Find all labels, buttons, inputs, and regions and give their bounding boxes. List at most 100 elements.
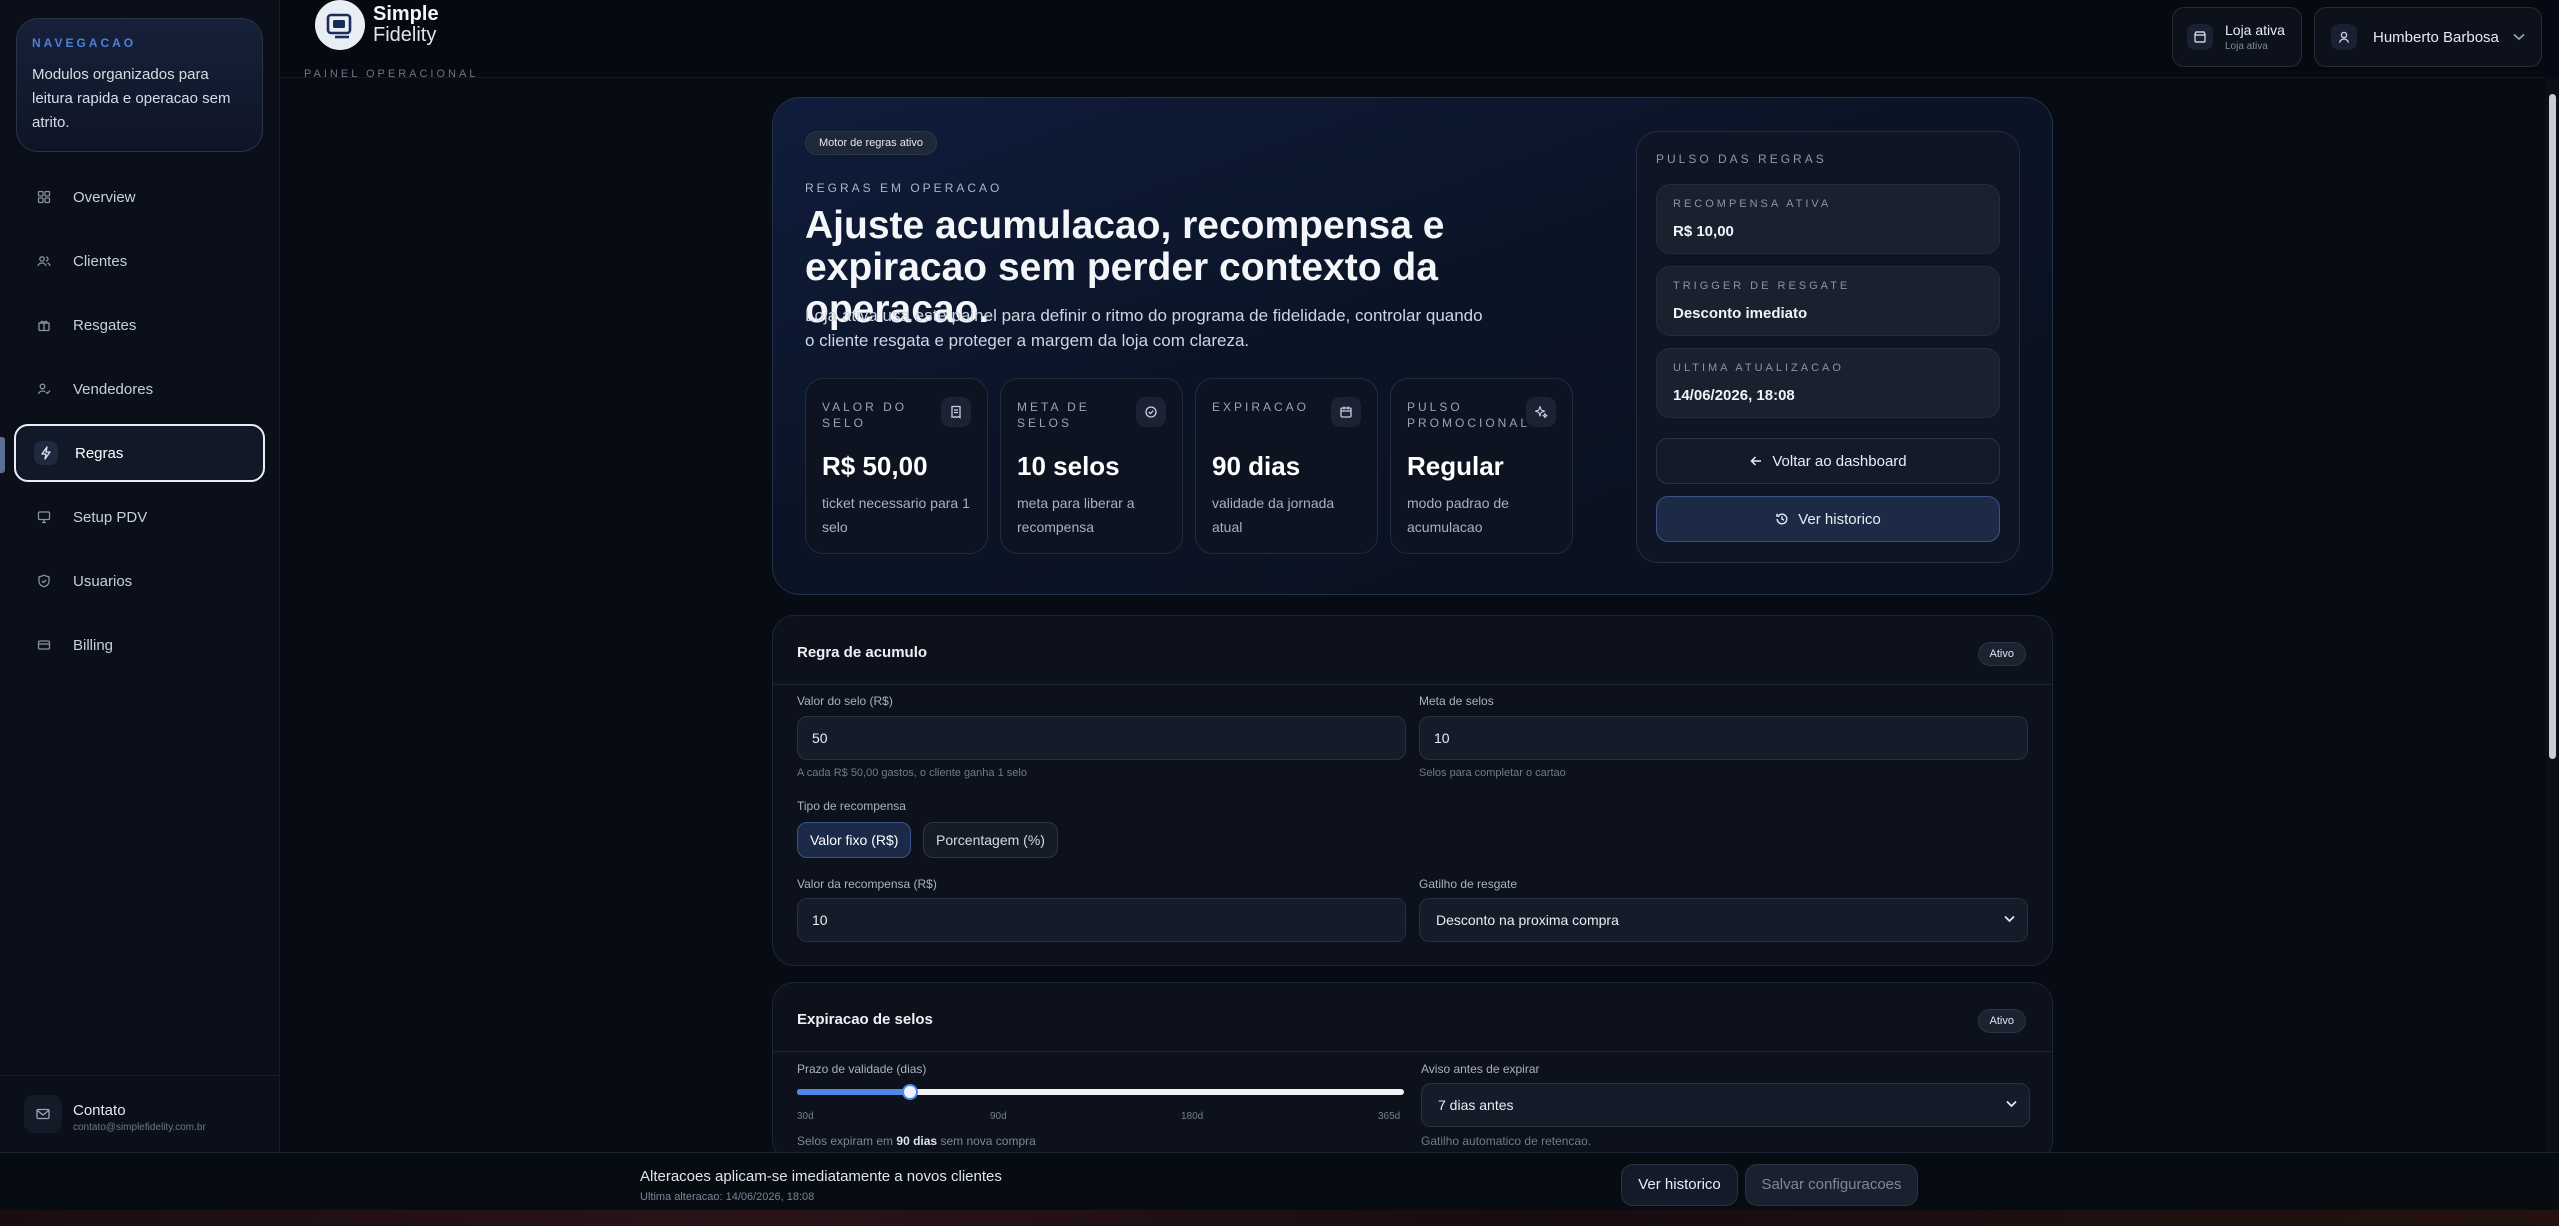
save-bar-title: Alteracoes aplicam-se imediatamente a no… — [640, 1168, 1002, 1185]
footer-history-button[interactable]: Ver historico — [1621, 1164, 1738, 1206]
shield-icon — [32, 569, 56, 593]
user-check-icon — [32, 377, 56, 401]
scrollbar-thumb[interactable] — [2549, 94, 2556, 759]
store-subtitle: Loja ativa — [2225, 41, 2268, 52]
pulse-card-value: 14/06/2026, 18:08 — [1673, 387, 1795, 404]
reward-type-percent-option[interactable]: Porcentagem (%) — [923, 822, 1058, 858]
sidebar-item-billing[interactable]: Billing — [14, 616, 265, 674]
calendar-icon — [1331, 397, 1361, 427]
section-divider — [773, 684, 2052, 685]
sidebar-item-clientes[interactable]: Clientes — [14, 232, 265, 290]
sidebar-item-label: Regras — [75, 444, 124, 462]
pulse-card-trigger: TRIGGER DE RESGATE Desconto imediato — [1656, 266, 2000, 336]
status-badge: Ativo — [1977, 642, 2026, 666]
slider-tick: 90d — [990, 1111, 1007, 1122]
logo-icon — [315, 0, 365, 50]
redeem-trigger-select[interactable]: Desconto na proxima compra — [1419, 898, 2028, 942]
validity-help: Selos expiram em 90 dias sem nova compra — [797, 1134, 1036, 1148]
receipt-icon — [941, 397, 971, 427]
sidebar-item-label: Overview — [73, 188, 136, 206]
contact-title: Contato — [73, 1102, 126, 1119]
reward-type-fixed-option[interactable]: Valor fixo (R$) — [797, 822, 912, 858]
users-icon — [32, 249, 56, 273]
sidebar-item-usuarios[interactable]: Usuarios — [14, 552, 265, 610]
validity-label: Prazo de validade (dias) — [797, 1062, 927, 1076]
sidebar-item-regras[interactable]: Regras — [14, 424, 265, 482]
contact-email[interactable]: contato@simplefidelity.com.br — [73, 1122, 206, 1133]
metric-description: ticket necessario para 1 selo — [822, 495, 970, 535]
slider-tick: 30d — [797, 1111, 814, 1122]
redeem-trigger-value: Desconto na proxima compra — [1436, 912, 1619, 928]
validity-slider-fill — [797, 1089, 909, 1095]
user-menu[interactable]: Humberto Barbosa — [2314, 7, 2542, 67]
metric-card-stamp-value: VALOR DO SELO R$ 50,00 ticket necessario… — [805, 378, 988, 554]
view-history-button[interactable]: Ver historico — [1656, 496, 2000, 542]
pulse-card-reward: RECOMPENSA ATIVA R$ 10,00 — [1656, 184, 2000, 254]
section-title: Expiracao de selos — [797, 1011, 933, 1028]
warn-before-select[interactable]: 7 dias antes — [1421, 1083, 2030, 1127]
metric-card-stamp-goal: META DE SELOS 10 selos meta para liberar… — [1000, 378, 1183, 554]
sidebar-item-vendedores[interactable]: Vendedores — [14, 360, 265, 418]
sidebar-item-label: Vendedores — [73, 380, 154, 398]
brand-name-line2: Fidelity — [373, 24, 437, 46]
sidebar-item-label: Resgates — [73, 316, 137, 334]
user-name: Humberto Barbosa — [2373, 28, 2499, 46]
metric-value: 90 dias — [1212, 451, 1301, 481]
status-badge: Ativo — [1977, 1009, 2026, 1033]
stamp-goal-input[interactable]: 10 — [1419, 716, 2028, 760]
metric-description: meta para liberar a recompensa — [1017, 495, 1135, 535]
brand-logo[interactable]: Simple Fidelity — [315, 0, 439, 50]
sidebar-card-kicker: NAVEGACAO — [32, 36, 137, 50]
metric-key: META DE SELOS — [1017, 400, 1090, 430]
sidebar-contact[interactable]: Contato contato@simplefidelity.com.br — [0, 1075, 280, 1152]
stamp-goal-label: Meta de selos — [1419, 694, 1494, 708]
pulse-card-key: TRIGGER DE RESGATE — [1673, 280, 1851, 292]
gift-icon — [32, 313, 56, 337]
credit-card-icon — [32, 633, 56, 657]
sidebar-item-resgates[interactable]: Resgates — [14, 296, 265, 354]
sidebar-item-setup-pdv[interactable]: Setup PDV — [14, 488, 265, 546]
back-to-dashboard-button[interactable]: Voltar ao dashboard — [1656, 438, 2000, 484]
metric-value: Regular — [1407, 451, 1504, 481]
zap-icon — [34, 441, 58, 465]
pulse-title: PULSO DAS REGRAS — [1656, 152, 1827, 166]
validity-slider-handle[interactable] — [902, 1084, 918, 1100]
slider-tick: 180d — [1181, 1111, 1204, 1122]
redeem-trigger-label: Gatilho de resgate — [1419, 877, 1518, 891]
slider-tick: 365d — [1378, 1111, 1401, 1122]
metric-key: EXPIRACAO — [1212, 400, 1310, 414]
rules-pulse-panel: PULSO DAS REGRAS RECOMPENSA ATIVA R$ 10,… — [1636, 131, 2020, 563]
stamp-value-input[interactable]: 50 — [797, 716, 1406, 760]
history-button-label: Ver historico — [1798, 510, 1881, 528]
back-button-label: Voltar ao dashboard — [1772, 452, 1907, 470]
metric-value: R$ 50,00 — [822, 451, 928, 481]
stamp-value-help: A cada R$ 50,00 gastos, o cliente ganha … — [797, 767, 1027, 779]
save-settings-button[interactable]: Salvar configuracoes — [1745, 1164, 1918, 1206]
save-bar-subtitle: Ultima alteracao: 14/06/2026, 18:08 — [640, 1191, 815, 1203]
store-icon — [2187, 24, 2213, 50]
chevron-down-icon — [2004, 915, 2015, 923]
sidebar-item-label: Clientes — [73, 252, 128, 270]
engine-status-badge: Motor de regras ativo — [805, 131, 937, 155]
stamp-goal-help: Selos para completar o cartao — [1419, 767, 1566, 779]
sidebar-item-label: Billing — [73, 636, 114, 654]
monitor-icon — [32, 505, 56, 529]
sidebar-card-text: Modulos organizados para leitura rapida … — [32, 66, 231, 131]
validity-help-suffix: sem nova compra — [940, 1134, 1036, 1148]
chevron-down-icon — [2006, 1100, 2017, 1108]
warn-before-value: 7 dias antes — [1438, 1097, 1514, 1113]
stamp-value-label: Valor do selo (R$) — [797, 694, 893, 708]
sidebar-item-overview[interactable]: Overview — [14, 168, 265, 226]
sidebar-item-label: Usuarios — [73, 572, 133, 590]
reward-value-input[interactable]: 10 — [797, 898, 1406, 942]
metric-card-expiration: EXPIRACAO 90 dias validade da jornada at… — [1195, 378, 1378, 554]
sidebar-info-card: NAVEGACAO Modulos organizados para leitu… — [16, 18, 263, 152]
reward-value-label: Valor da recompensa (R$) — [797, 877, 937, 891]
grid-icon — [32, 185, 56, 209]
pulse-card-last-update: ULTIMA ATUALIZACAO 14/06/2026, 18:08 — [1656, 348, 2000, 418]
store-switcher[interactable]: Loja ativa Loja ativa — [2172, 7, 2302, 67]
history-icon — [1776, 513, 1788, 525]
metric-card-promo-pulse: PULSO PROMOCIONAL Regular modo padrao de… — [1390, 378, 1573, 554]
bottom-edge-strip — [0, 1210, 2559, 1226]
warn-before-label: Aviso antes de expirar — [1421, 1062, 1540, 1076]
